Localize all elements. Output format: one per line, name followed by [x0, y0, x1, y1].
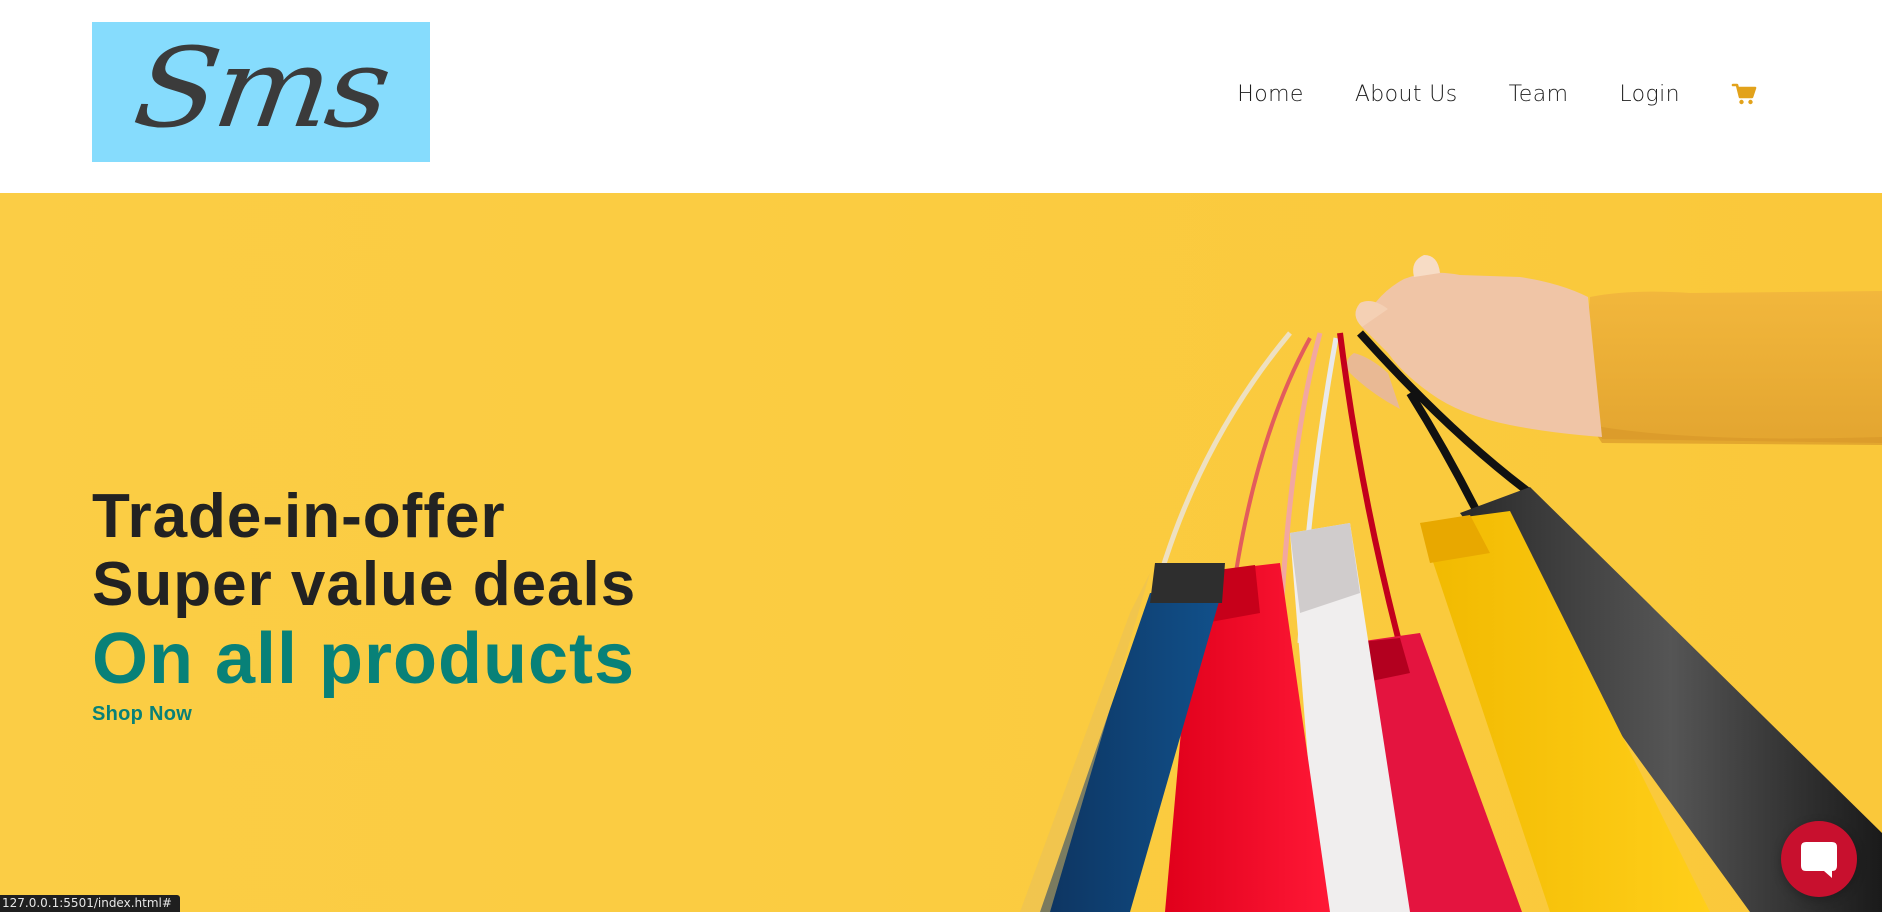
hero-banner: Trade-in-offer Super value deals On all …	[0, 193, 1882, 912]
shopping-bags-image	[1020, 255, 1882, 912]
chat-button[interactable]	[1781, 821, 1857, 897]
nav-about-us[interactable]: About Us	[1355, 82, 1458, 107]
chat-bubble-icon	[1801, 842, 1837, 878]
hero-copy: Trade-in-offer Super value deals On all …	[92, 483, 636, 726]
site-header: Sms Home About Us Team Login	[0, 0, 1882, 193]
shopping-cart-icon[interactable]	[1731, 81, 1757, 107]
logo[interactable]: Sms	[92, 22, 430, 162]
nav-team[interactable]: Team	[1509, 82, 1569, 107]
shop-now-link[interactable]: Shop Now	[92, 703, 192, 726]
status-bar-url: 127.0.0.1:5501/index.html#	[0, 895, 180, 912]
page: Sms Home About Us Team Login Trade-in-of…	[0, 0, 1887, 912]
logo-text: Sms	[127, 24, 395, 152]
main-nav: Home About Us Team Login	[1237, 76, 1757, 112]
hero-line-1: Trade-in-offer	[92, 482, 506, 551]
nav-home[interactable]: Home	[1237, 82, 1304, 107]
hero-line-3: On all products	[92, 619, 636, 699]
nav-login[interactable]: Login	[1619, 82, 1680, 107]
hero-line-2: Super value deals	[92, 550, 637, 619]
